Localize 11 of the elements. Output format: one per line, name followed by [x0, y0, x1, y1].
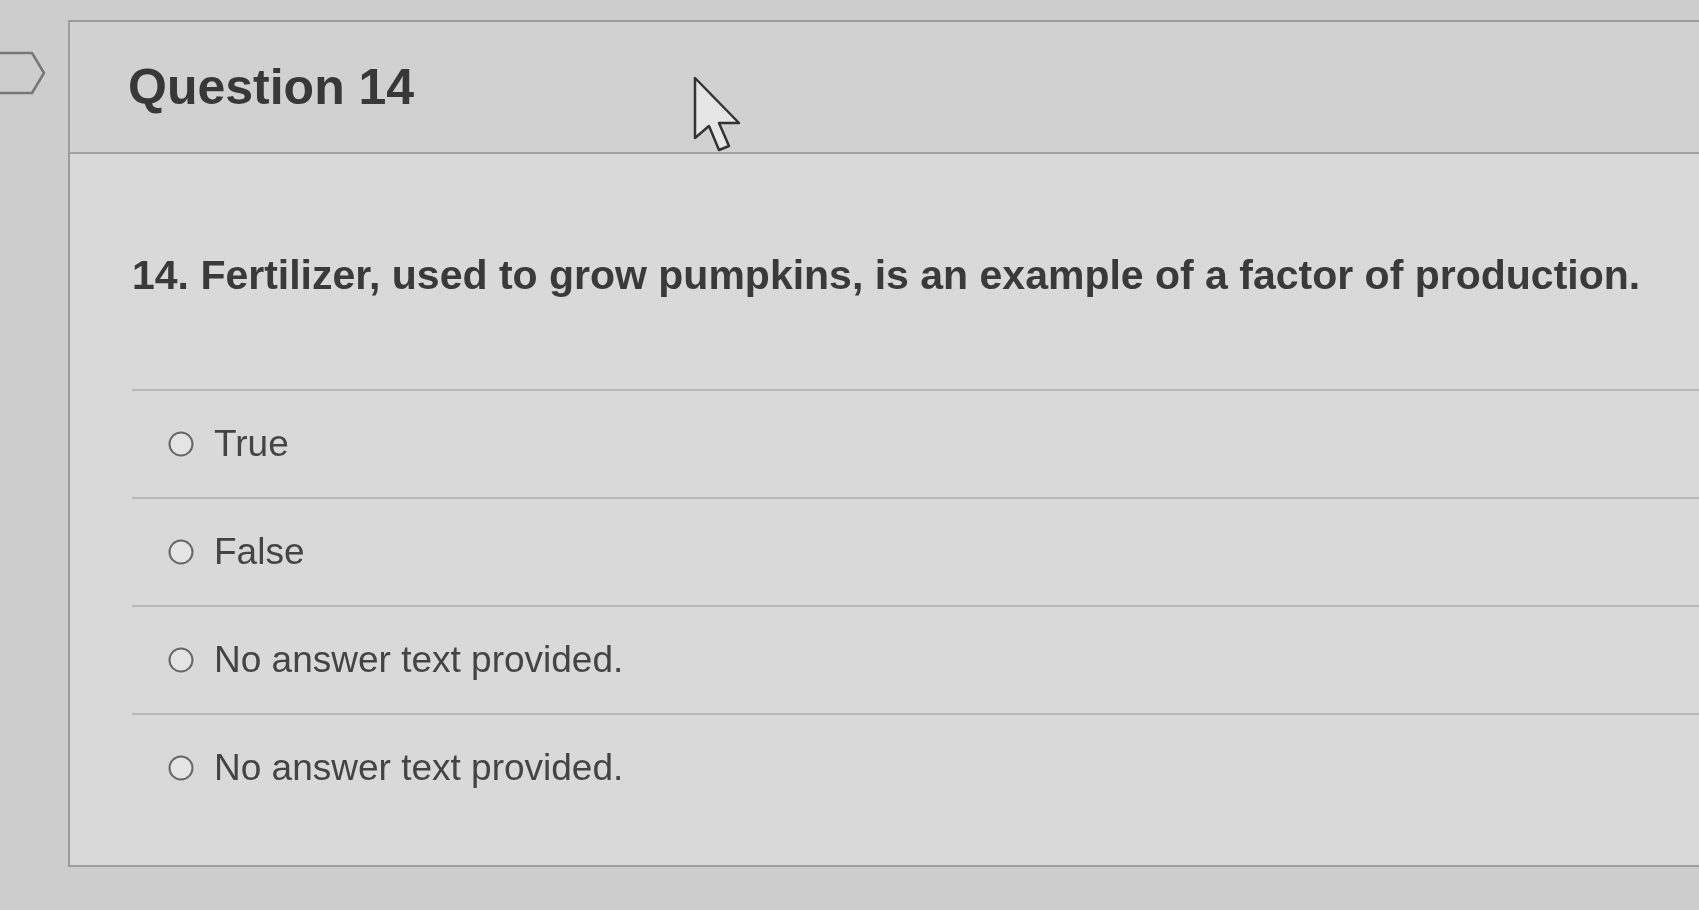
- answer-label[interactable]: True: [214, 422, 289, 466]
- answer-label[interactable]: No answer text provided.: [214, 638, 624, 682]
- radio-button[interactable]: [168, 431, 194, 457]
- radio-button[interactable]: [168, 755, 194, 781]
- answer-label[interactable]: No answer text provided.: [214, 746, 624, 790]
- radio-button[interactable]: [168, 647, 194, 673]
- question-text: 14. Fertilizer, used to grow pumpkins, is an example of a factor of production.: [132, 252, 1641, 298]
- question-title: Question 14: [128, 58, 415, 116]
- tag-icon[interactable]: [0, 51, 46, 95]
- answer-label[interactable]: False: [214, 530, 305, 574]
- radio-button[interactable]: [168, 539, 194, 565]
